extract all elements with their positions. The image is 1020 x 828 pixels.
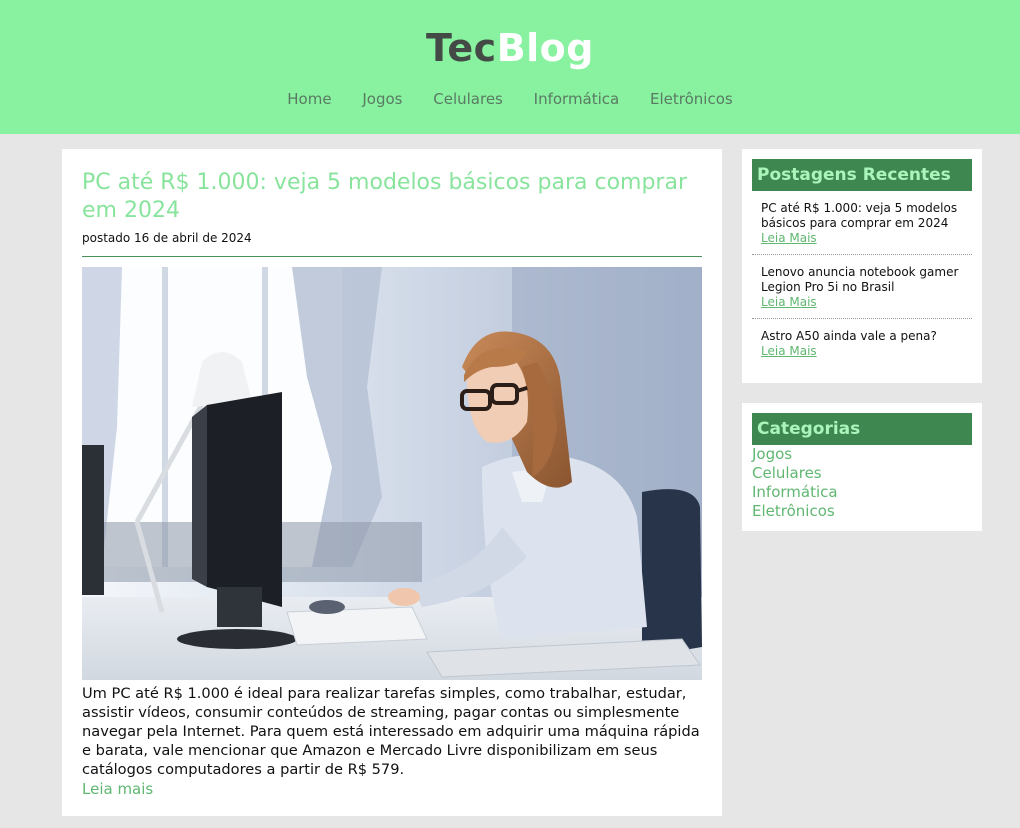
categories-widget: Categorias Jogos Celulares Informática E… [742, 403, 982, 531]
nav-link-celulares[interactable]: Celulares [433, 90, 503, 108]
post-title[interactable]: PC até R$ 1.000: veja 5 modelos básicos … [82, 169, 702, 225]
main-nav: Home Jogos Celulares Informática Eletrôn… [0, 90, 1020, 108]
nav-link-eletronicos[interactable]: Eletrônicos [650, 90, 733, 108]
nav-link-jogos[interactable]: Jogos [362, 90, 402, 108]
recent-post-read-more[interactable]: Leia Mais [761, 344, 817, 358]
post-excerpt: Um PC até R$ 1.000 é ideal para realizar… [82, 685, 700, 778]
recent-post-title[interactable]: Lenovo anuncia notebook gamer Legion Pro… [761, 265, 963, 295]
recent-post-title[interactable]: Astro A50 ainda vale a pena? [761, 329, 963, 344]
recent-posts-title: Postagens Recentes [752, 159, 972, 191]
post-card: PC até R$ 1.000: veja 5 modelos básicos … [62, 149, 722, 816]
category-link-jogos[interactable]: Jogos [752, 445, 972, 464]
recent-post-read-more[interactable]: Leia Mais [761, 231, 817, 245]
post-image [82, 267, 702, 680]
nav-link-informatica[interactable]: Informática [534, 90, 620, 108]
logo-text-blog: Blog [496, 26, 594, 70]
recent-post-item: Astro A50 ainda vale a pena? Leia Mais [752, 319, 972, 367]
recent-post-title[interactable]: PC até R$ 1.000: veja 5 modelos básicos … [761, 201, 963, 231]
post-date: postado 16 de abril de 2024 [82, 231, 252, 245]
nav-link-home[interactable]: Home [287, 90, 331, 108]
post-divider [82, 256, 702, 257]
recent-post-item: PC até R$ 1.000: veja 5 modelos básicos … [752, 191, 972, 255]
read-more-link[interactable]: Leia mais [82, 780, 153, 798]
recent-post-item: Lenovo anuncia notebook gamer Legion Pro… [752, 255, 972, 319]
category-link-celulares[interactable]: Celulares [752, 464, 972, 483]
category-link-informatica[interactable]: Informática [752, 483, 972, 502]
recent-post-read-more[interactable]: Leia Mais [761, 295, 817, 309]
recent-posts-widget: Postagens Recentes PC até R$ 1.000: veja… [742, 149, 982, 383]
category-link-eletronicos[interactable]: Eletrônicos [752, 502, 972, 521]
category-list: Jogos Celulares Informática Eletrônicos [752, 445, 972, 521]
categories-title: Categorias [752, 413, 972, 445]
site-header: TecBlog Home Jogos Celulares Informática… [0, 0, 1020, 134]
site-logo[interactable]: TecBlog [0, 0, 1020, 70]
logo-text-tec: Tec [426, 26, 497, 70]
